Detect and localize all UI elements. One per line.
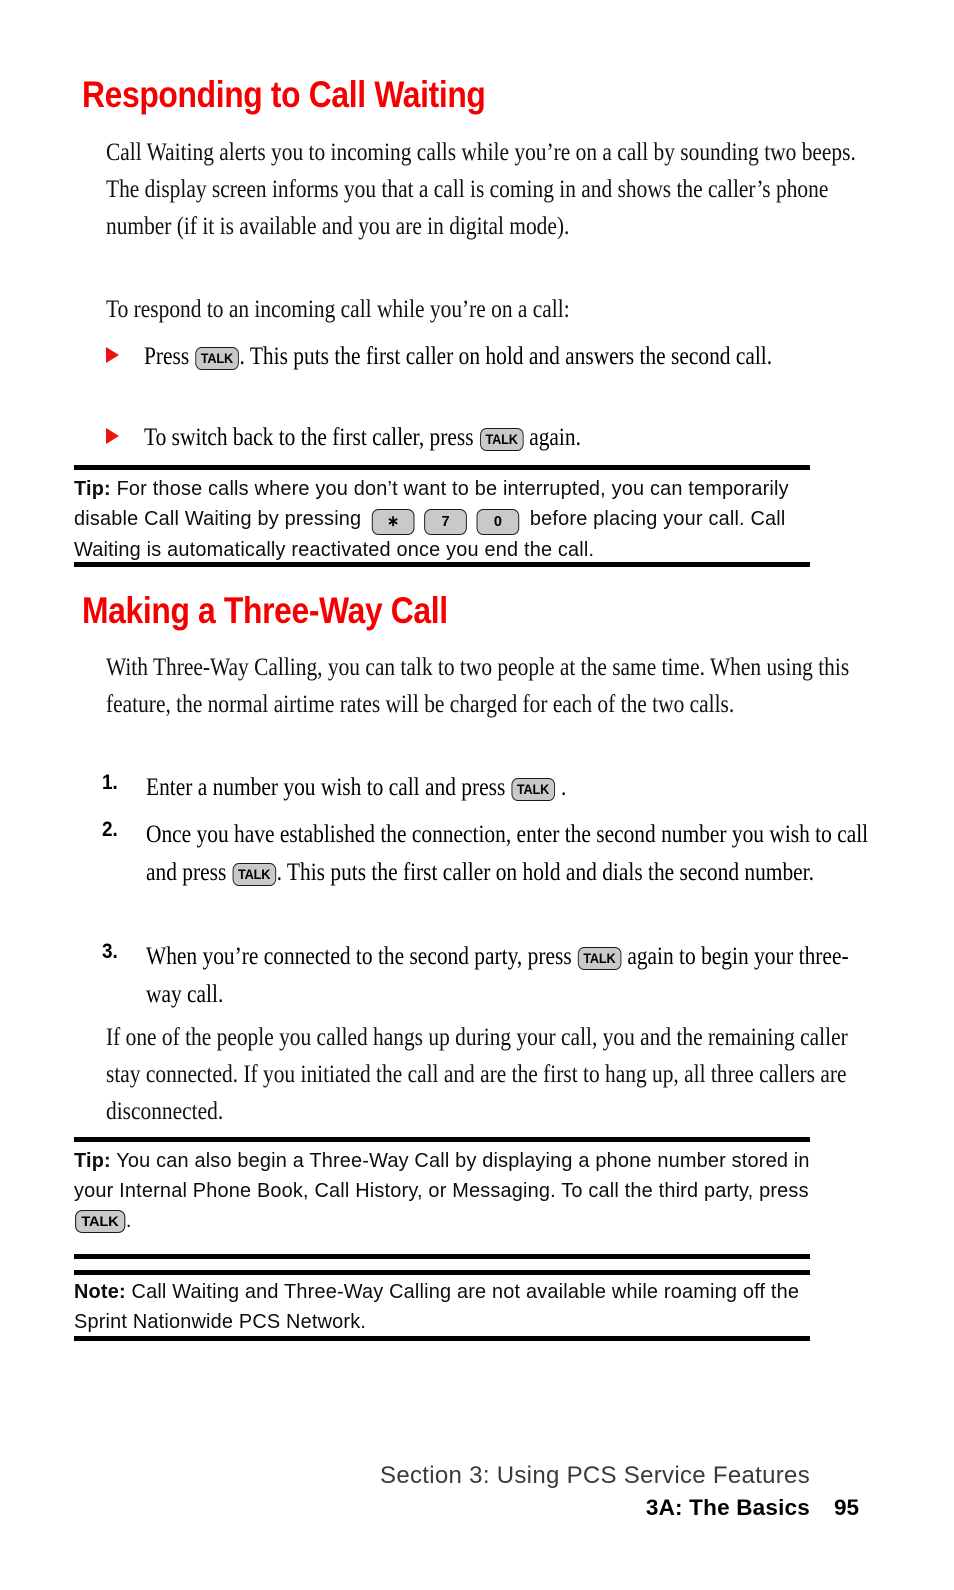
three-way-call-closing-paragraph: If one of the people you called hangs up… [106,1022,848,1125]
note-callout: Note: Call Waiting and Three-Way Calling… [74,1277,811,1337]
triangle-bullet-icon [106,428,119,444]
note-label: Note: [74,1280,126,1303]
three-way-call-intro-paragraph: With Three-Way Calling, you can talk to … [106,652,850,718]
talk-key-icon: TALK [479,427,523,451]
step-text-before: When you’re connected to the second part… [146,941,572,970]
note-rule-bottom [74,1336,810,1341]
list-item: 3. When you’re connected to the second p… [102,937,954,1013]
step-number: 1. [102,771,118,794]
talk-key-icon: TALK [511,777,555,801]
star-key-icon: ∗ [371,509,415,535]
step-text-before: Enter a number you wish to call and pres… [146,772,506,801]
tip-label: Tip: [74,1149,111,1172]
callout-rule-top [74,465,810,470]
bullet-text-before: Press [144,341,190,370]
tip-callout-2: Tip: You can also begin a Three-Way Call… [74,1146,811,1236]
step-text-after: . This puts the first caller on hold and… [276,857,814,886]
tip-callout-1: Tip: For those calls where you don’t wan… [74,474,811,565]
call-waiting-intro-paragraph: Call Waiting alerts you to incoming call… [106,137,856,240]
talk-key-icon: TALK [75,1209,125,1233]
bullet-text-after: . This puts the first caller on hold and… [239,341,773,370]
callout-rule-top [74,1137,810,1142]
talk-key-icon: TALK [232,862,276,886]
callout-rule-bottom [74,1254,810,1259]
footer-chapter-label: 3A: The Basics [645,1495,810,1520]
list-item: Press TALK. This puts the first caller o… [106,337,954,375]
manual-page: Responding to Call Waiting Call Waiting … [0,0,954,1590]
note-text: Call Waiting and Three-Way Calling are n… [74,1280,800,1333]
zero-key-icon: 0 [476,509,520,535]
step-text-after: . [560,772,567,801]
bullet-text: To switch back to the first caller, pres… [144,418,866,456]
page-title-responding-to-call-waiting: Responding to Call Waiting [82,74,486,115]
tip-label: Tip: [74,477,111,500]
tip-text-after-key: . [125,1209,132,1232]
talk-key-icon: TALK [577,946,622,970]
list-item: 1. Enter a number you wish to call and p… [102,768,954,806]
seven-key-icon: 7 [424,509,467,535]
page-title-making-a-three-way-call: Making a Three-Way Call [82,590,448,631]
callout-rule-bottom [74,562,810,567]
note-rule-top [74,1270,810,1275]
footer-page-number: 95 [833,1495,859,1520]
step-text: Enter a number you wish to call and pres… [146,768,868,806]
bullet-text-after: again. [529,422,581,451]
step-text: Once you have established the connection… [146,815,868,891]
bullet-text-before: To switch back to the first caller, pres… [144,422,474,451]
step-number: 2. [102,818,118,841]
footer-section-label: Section 3: Using PCS Service Features [380,1462,810,1489]
triangle-bullet-icon [106,347,119,363]
list-item: 2. Once you have established the connect… [102,815,954,891]
step-text: When you’re connected to the second part… [146,937,868,1013]
step-number: 3. [102,940,118,963]
call-waiting-lead-in: To respond to an incoming call while you… [106,294,570,323]
list-item: To switch back to the first caller, pres… [106,418,954,456]
talk-key-icon: TALK [195,346,239,370]
bullet-text: Press TALK. This puts the first caller o… [144,337,866,375]
tip-text-before-key: You can also begin a Three-Way Call by d… [74,1149,810,1202]
